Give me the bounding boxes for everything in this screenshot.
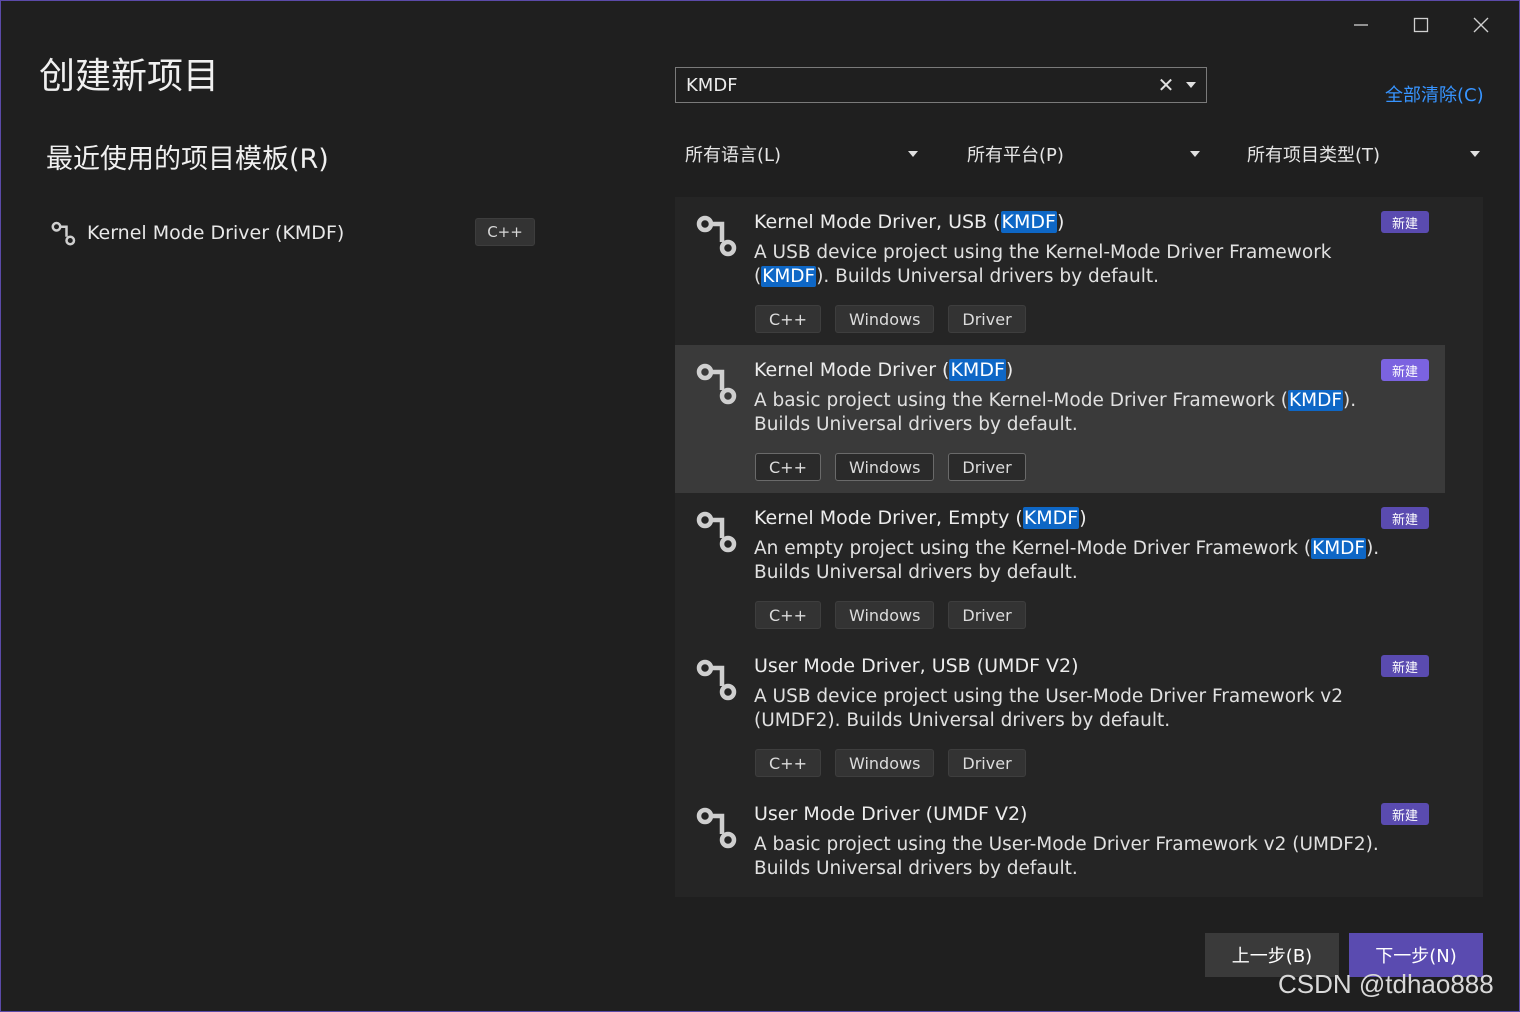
language-badge: C++ xyxy=(475,218,535,246)
template-name: User Mode Driver, USB (UMDF V2) xyxy=(754,655,1079,677)
tag: C++ xyxy=(755,749,821,777)
template-description: A USB device project using the User-Mode… xyxy=(754,686,1343,731)
new-badge: 新建 xyxy=(1381,359,1429,381)
template-card-kmdf-usb[interactable]: Kernel Mode Driver, USB (KMDF) A USB dev… xyxy=(675,197,1445,345)
recent-template-name: Kernel Mode Driver (KMDF) xyxy=(87,222,345,244)
tag: Windows xyxy=(834,453,935,481)
project-type-filter[interactable]: 所有项目类型(T) xyxy=(1247,137,1481,171)
template-card-umdf-usb[interactable]: User Mode Driver, USB (UMDF V2) A USB de… xyxy=(675,641,1445,789)
template-tags: C++ Windows Driver xyxy=(755,453,1026,481)
tag: Windows xyxy=(834,749,935,777)
tag: Windows xyxy=(834,601,935,629)
template-card-kmdf[interactable]: Kernel Mode Driver (KMDF) A basic projec… xyxy=(675,345,1445,493)
tag: C++ xyxy=(755,601,821,629)
driver-icon xyxy=(696,659,737,701)
driver-icon xyxy=(696,363,737,405)
chevron-down-icon xyxy=(1190,151,1200,157)
clear-all-link[interactable]: 全部清除(C) xyxy=(1385,81,1484,107)
template-tags: C++ Windows Driver xyxy=(755,601,1026,629)
search-input[interactable] xyxy=(676,73,1156,97)
recent-template-item[interactable]: Kernel Mode Driver (KMDF) C++ xyxy=(41,211,541,255)
close-icon xyxy=(1473,17,1489,33)
template-results-list: Kernel Mode Driver, USB (KMDF) A USB dev… xyxy=(675,197,1483,897)
chevron-down-icon xyxy=(1470,151,1480,157)
minimize-icon xyxy=(1354,24,1368,26)
page-title: 创建新项目 xyxy=(39,56,220,97)
template-tags: C++ Windows Driver xyxy=(755,305,1026,333)
template-description: A USB device project using the Kernel-Mo… xyxy=(754,242,1332,287)
search-box: ✕ xyxy=(675,67,1207,103)
tag: Windows xyxy=(834,305,935,333)
tag: C++ xyxy=(755,305,821,333)
template-tags: C++ Windows Driver xyxy=(755,749,1026,777)
platform-filter[interactable]: 所有平台(P) xyxy=(967,137,1201,171)
template-description: A basic project using the User-Mode Driv… xyxy=(754,834,1379,879)
template-card-kmdf-empty[interactable]: Kernel Mode Driver, Empty (KMDF) An empt… xyxy=(675,493,1445,641)
template-card-umdf[interactable]: User Mode Driver (UMDF V2) A basic proje… xyxy=(675,789,1445,897)
driver-icon xyxy=(51,221,76,246)
template-description: A basic project using the Kernel-Mode Dr… xyxy=(754,390,1357,435)
template-name: Kernel Mode Driver, Empty (KMDF) xyxy=(754,507,1087,529)
template-name: User Mode Driver (UMDF V2) xyxy=(754,803,1028,825)
language-filter-label: 所有语言(L) xyxy=(685,145,782,166)
template-description: An empty project using the Kernel-Mode D… xyxy=(754,538,1380,583)
project-type-filter-label: 所有项目类型(T) xyxy=(1247,145,1381,166)
search-history-dropdown[interactable] xyxy=(1182,82,1200,88)
tag: Driver xyxy=(948,749,1026,777)
create-project-window: 创建新项目 最近使用的项目模板(R) Kernel Mode Driver (K… xyxy=(0,0,1520,1012)
tag: Driver xyxy=(948,601,1026,629)
watermark: CSDN @tdhao888 xyxy=(1278,969,1494,999)
close-button[interactable] xyxy=(1451,9,1511,41)
driver-icon xyxy=(696,511,737,553)
new-badge: 新建 xyxy=(1381,803,1429,825)
driver-icon xyxy=(696,807,737,849)
driver-icon xyxy=(696,215,737,257)
maximize-icon xyxy=(1413,17,1429,33)
template-name: Kernel Mode Driver, USB (KMDF) xyxy=(754,211,1065,233)
clear-search-icon[interactable]: ✕ xyxy=(1156,73,1176,97)
recent-templates-heading: 最近使用的项目模板(R) xyxy=(46,144,329,175)
language-filter[interactable]: 所有语言(L) xyxy=(685,137,919,171)
new-badge: 新建 xyxy=(1381,507,1429,529)
template-name: Kernel Mode Driver (KMDF) xyxy=(754,359,1014,381)
new-badge: 新建 xyxy=(1381,655,1429,677)
platform-filter-label: 所有平台(P) xyxy=(967,145,1064,166)
chevron-down-icon xyxy=(1186,82,1196,88)
tag: Driver xyxy=(948,453,1026,481)
tag: C++ xyxy=(755,453,821,481)
chevron-down-icon xyxy=(908,151,918,157)
tag: Driver xyxy=(948,305,1026,333)
window-controls xyxy=(1331,9,1511,41)
new-badge: 新建 xyxy=(1381,211,1429,233)
minimize-button[interactable] xyxy=(1331,9,1391,41)
maximize-button[interactable] xyxy=(1391,9,1451,41)
